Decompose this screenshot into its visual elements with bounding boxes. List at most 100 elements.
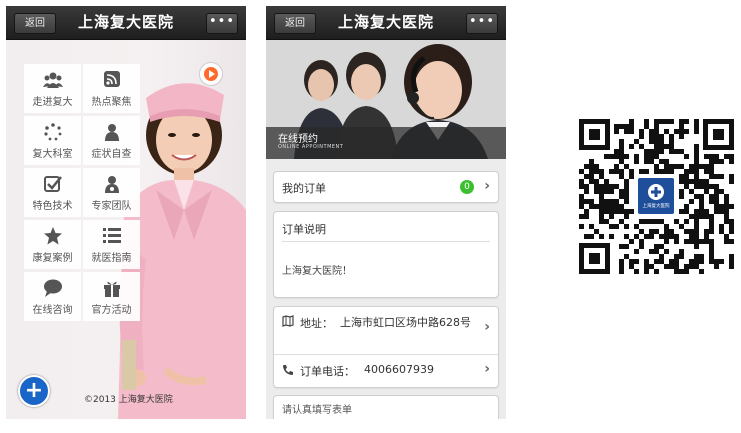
qr-module (684, 184, 689, 189)
qr-module (714, 259, 719, 264)
phone-row[interactable]: 订单电话： 4006607939 › (274, 355, 498, 387)
qr-module (689, 239, 694, 244)
qr-module (684, 119, 689, 124)
doctor-icon (104, 176, 119, 193)
qr-module (669, 149, 674, 154)
tile-about[interactable]: 走进复大 (24, 64, 81, 113)
qr-module (604, 204, 609, 209)
notice-body: 上海复大医院！ (282, 266, 352, 277)
qr-module (694, 149, 699, 154)
qr-module (729, 179, 734, 184)
qr-module (694, 164, 699, 169)
notice-title: 订单说明 (282, 223, 326, 236)
qr-module (594, 169, 599, 174)
qr-module (689, 199, 694, 204)
qr-module (684, 169, 689, 174)
qr-module (664, 159, 669, 164)
qr-module (714, 184, 719, 189)
qr-module (659, 254, 664, 259)
tile-experts[interactable]: 专家团队 (83, 168, 140, 217)
qr-module (589, 199, 594, 204)
qr-module (584, 164, 589, 169)
qr-module (594, 229, 599, 234)
qr-module (674, 254, 679, 259)
address-value: 上海市虹口区场中路628号 (340, 316, 471, 329)
user-icon (104, 124, 119, 141)
tile-consult[interactable]: 在线咨询 (24, 272, 81, 321)
tile-cases[interactable]: 康复案例 (24, 220, 81, 269)
qr-module (629, 264, 634, 269)
qr-module (619, 139, 624, 144)
tile-self-check[interactable]: 症状自查 (83, 116, 140, 165)
qr-module (679, 124, 684, 129)
qr-module (634, 249, 639, 254)
qr-module (579, 214, 584, 219)
qr-module (594, 184, 599, 189)
divider (282, 241, 490, 242)
qr-module (654, 144, 659, 149)
qr-module (644, 264, 649, 269)
top-bar: 返回 上海复大医院 ••• (6, 6, 246, 40)
qr-module (709, 249, 714, 254)
tile-departments[interactable]: 复大科室 (24, 116, 81, 165)
add-button[interactable]: + (18, 375, 50, 407)
qr-module (689, 179, 694, 184)
checkbox-icon (43, 176, 62, 192)
tile-label: 症状自查 (91, 149, 132, 160)
qr-module (699, 164, 704, 169)
qr-module (709, 169, 714, 174)
qr-module (664, 224, 669, 229)
form-hint-card: 请认真填写表单 (273, 395, 499, 419)
qr-module (679, 194, 684, 199)
qr-module (584, 209, 589, 214)
qr-module (674, 259, 679, 264)
qr-module (639, 244, 644, 249)
qr-module (709, 219, 714, 224)
play-icon[interactable] (199, 62, 223, 86)
tile-events[interactable]: 官方活动 (83, 272, 140, 321)
qr-module (609, 204, 614, 209)
tile-guide[interactable]: 就医指南 (83, 220, 140, 269)
qr-module (644, 159, 649, 164)
qr-module (694, 169, 699, 174)
more-button[interactable]: ••• (466, 13, 498, 34)
qr-module (709, 194, 714, 199)
tile-label: 特色技术 (32, 201, 73, 212)
qr-module (729, 159, 734, 164)
qr-module (714, 194, 719, 199)
tile-label: 复大科室 (32, 149, 73, 160)
qr-module (664, 119, 669, 124)
qr-module (719, 209, 724, 214)
qr-module (604, 199, 609, 204)
qr-module (724, 154, 729, 159)
qr-module (619, 144, 624, 149)
qr-module (699, 199, 704, 204)
qr-module (634, 259, 639, 264)
qr-module (624, 194, 629, 199)
my-orders-row[interactable]: 我的订单 0 › (273, 171, 499, 203)
gift-icon (103, 281, 120, 297)
tile-techniques[interactable]: 特色技术 (24, 168, 81, 217)
qr-module (719, 159, 724, 164)
qr-module (629, 239, 634, 244)
qr-module (709, 199, 714, 204)
qr-module (709, 254, 714, 259)
qr-module (664, 229, 669, 234)
tile-hot-news[interactable]: 热点聚焦 (83, 64, 140, 113)
qr-module (694, 194, 699, 199)
qr-module (599, 194, 604, 199)
qr-module (664, 239, 669, 244)
qr-module (614, 204, 619, 209)
qr-module (694, 214, 699, 219)
more-button[interactable]: ••• (206, 13, 238, 34)
banner-subtitle: ONLINE APPOINTMENT (278, 144, 344, 150)
qr-module (599, 189, 604, 194)
qr-module (599, 209, 604, 214)
qr-module (614, 184, 619, 189)
qr-module (694, 229, 699, 234)
address-row[interactable]: 地址： 上海市虹口区场中路628号 › (274, 307, 498, 347)
qr-module (649, 149, 654, 154)
chevron-right-icon: › (484, 178, 490, 194)
qr-module (724, 199, 729, 204)
qr-module (694, 209, 699, 214)
